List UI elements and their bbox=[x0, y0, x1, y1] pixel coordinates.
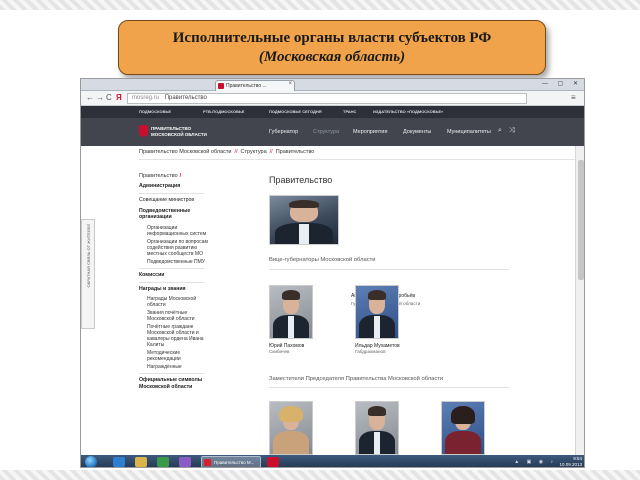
deputy-photo[interactable] bbox=[355, 401, 399, 455]
page-scrollbar[interactable] bbox=[575, 146, 584, 455]
sidebar-heading: Правительство / bbox=[139, 173, 182, 179]
url-page-title: Правительство bbox=[164, 95, 207, 101]
vice-governor-photo[interactable] bbox=[355, 285, 399, 339]
sidebar: Правительство / Администрация Совещание м… bbox=[139, 173, 214, 394]
sidebar-divider bbox=[139, 373, 204, 375]
deputy-photo[interactable] bbox=[441, 401, 485, 455]
deputies-title: Заместители Председателя Правительства М… bbox=[269, 376, 444, 382]
back-arrow-icon[interactable]: ← bbox=[86, 93, 94, 102]
section-divider bbox=[269, 269, 509, 270]
browser-tab[interactable]: Правительство ... × bbox=[215, 80, 295, 91]
sidebar-divider bbox=[139, 267, 204, 269]
sidebar-item-organizations[interactable]: Подведомственные организации bbox=[139, 208, 214, 221]
slide-title: Исполнительные органы власти субъектов Р… bbox=[172, 30, 492, 46]
feedback-side-tab[interactable]: ОБРАТНАЯ СВЯЗЬ ОТ ЖИТЕЛЕЙ bbox=[81, 219, 95, 329]
sidebar-subitem[interactable]: Подведомственные ПМУ bbox=[139, 259, 214, 265]
topnav-item[interactable]: РТВ-ПОДМОСКОВЬЕ bbox=[203, 109, 244, 114]
sidebar-subitem[interactable]: Методические рекомендации bbox=[139, 350, 214, 362]
yandex-icon[interactable]: Я bbox=[116, 93, 122, 102]
section-divider bbox=[269, 387, 509, 388]
topnav-item[interactable]: ПОДМОСКОВЬЕ СЕГОДНЯ bbox=[269, 109, 322, 114]
yandex-browser-icon bbox=[204, 459, 211, 466]
sidebar-item-commissions[interactable]: Комиссии bbox=[139, 272, 214, 278]
vice-governor-role: Габдрахманов bbox=[355, 349, 386, 354]
slide-subtitle: (Московская область) bbox=[258, 49, 406, 65]
start-button-icon[interactable] bbox=[85, 456, 97, 467]
windows-taskbar: Правительство М... ▲ ▣ ◉ ♪ 9:54 10.09.20… bbox=[81, 455, 584, 467]
breadcrumb-divider bbox=[139, 159, 575, 160]
feedback-side-tab-label: ОБРАТНАЯ СВЯЗЬ ОТ ЖИТЕЛЕЙ bbox=[86, 224, 91, 288]
media-player-icon[interactable] bbox=[157, 457, 169, 467]
sidebar-divider bbox=[139, 193, 204, 195]
sidebar-item-symbols[interactable]: Официальные символы Московской области bbox=[139, 377, 214, 390]
topnav-item[interactable]: ИЗДАТЕЛЬСТВО «ПОДМОСКОВЬЕ» bbox=[373, 109, 443, 114]
menu-item-documents[interactable]: Документы bbox=[403, 129, 431, 135]
file-explorer-icon[interactable] bbox=[135, 457, 147, 467]
slide-title-box: Исполнительные органы власти субъектов Р… bbox=[118, 20, 546, 75]
window-controls[interactable]: — ▢ ✕ bbox=[542, 80, 582, 87]
url-domain: mosreg.ru bbox=[132, 95, 160, 101]
refresh-icon[interactable]: C bbox=[106, 93, 112, 102]
site-favicon-icon bbox=[218, 83, 224, 89]
sidebar-item-administration[interactable]: Администрация bbox=[139, 183, 214, 189]
breadcrumb-separator: // bbox=[269, 149, 273, 155]
browser-tab-title: Правительство ... bbox=[226, 83, 267, 89]
app-icon[interactable] bbox=[267, 457, 279, 467]
search-icon[interactable]: ⌕ bbox=[498, 127, 502, 135]
forward-arrow-icon[interactable]: → bbox=[96, 93, 104, 102]
address-bar-row: ← → C Я mosreg.ru Правительство ≡ bbox=[81, 91, 584, 106]
menu-item-events[interactable]: Мероприятия bbox=[353, 129, 387, 135]
deputy-photo[interactable] bbox=[269, 401, 313, 455]
sidebar-subitem[interactable]: Почётные граждане Московской области и к… bbox=[139, 324, 214, 348]
coat-of-arms-icon[interactable] bbox=[139, 125, 148, 137]
breadcrumb-item: Правительство bbox=[275, 149, 315, 155]
breadcrumb-separator: // bbox=[234, 149, 238, 155]
vice-governor-role: Скибичев bbox=[269, 349, 290, 354]
sidebar-subitem[interactable]: Организации по вопросам содействия разви… bbox=[139, 239, 214, 257]
browser-screenshot: Правительство ... × — ▢ ✕ ← → C Я mosreg… bbox=[80, 78, 585, 468]
menu-item-structure[interactable]: Структура bbox=[313, 129, 339, 135]
taskbar-browser-task[interactable]: Правительство М... bbox=[201, 456, 261, 467]
sidebar-subitem[interactable]: Организации информационных систем bbox=[139, 225, 214, 237]
browser-tab-bar: Правительство ... × — ▢ ✕ bbox=[81, 79, 584, 91]
taskbar-task-label: Правительство М... bbox=[214, 460, 255, 465]
slide-border-bottom bbox=[0, 470, 640, 480]
slide-border-top bbox=[0, 0, 640, 10]
top-portal-nav: ПОДМОСКОВЬЕ РТВ-ПОДМОСКОВЬЕ ПОДМОСКОВЬЕ … bbox=[81, 106, 584, 118]
site-header: ПРАВИТЕЛЬСТВО МОСКОВСКОЙ ОБЛАСТИ Губерна… bbox=[81, 118, 584, 146]
taskbar-clock[interactable]: 9:54 10.09.2013 bbox=[559, 456, 582, 467]
browser-menu-icon[interactable]: ≡ bbox=[571, 93, 576, 102]
sidebar-item-ministers[interactable]: Совещание министров bbox=[139, 197, 214, 203]
sidebar-subitem[interactable]: Награды Московской области bbox=[139, 296, 214, 308]
scrollbar-thumb[interactable] bbox=[578, 160, 584, 280]
share-icon[interactable]: ⤨ bbox=[509, 127, 515, 135]
sidebar-subitem[interactable]: Звания почётные Московской области bbox=[139, 310, 214, 322]
site-logo-text[interactable]: ПРАВИТЕЛЬСТВО МОСКОВСКОЙ ОБЛАСТИ bbox=[151, 126, 207, 138]
topnav-item[interactable]: ПОДМОСКОВЬЕ bbox=[139, 109, 171, 114]
internet-explorer-icon[interactable] bbox=[113, 457, 125, 467]
breadcrumb-item[interactable]: Структура bbox=[241, 149, 267, 155]
breadcrumb: Правительство Московской области//Структ… bbox=[139, 149, 314, 155]
breadcrumb-item[interactable]: Правительство Московской области bbox=[139, 149, 231, 155]
vice-governor-photo[interactable] bbox=[269, 285, 313, 339]
clock-date: 10.09.2013 bbox=[559, 462, 582, 467]
tab-close-icon[interactable]: × bbox=[288, 81, 292, 87]
topnav-item[interactable]: ТРАНС bbox=[343, 109, 356, 114]
governor-photo[interactable] bbox=[269, 195, 339, 245]
sidebar-subitem[interactable]: Награждённые bbox=[139, 364, 214, 370]
url-input[interactable]: mosreg.ru Правительство bbox=[127, 93, 527, 104]
sidebar-item-awards[interactable]: Награды и звания bbox=[139, 286, 214, 292]
sidebar-divider bbox=[139, 282, 204, 284]
system-tray-icons[interactable]: ▲ ▣ ◉ ♪ bbox=[514, 459, 556, 465]
menu-item-municipalities[interactable]: Муниципалитеты bbox=[447, 129, 491, 135]
app-icon[interactable] bbox=[179, 457, 191, 467]
page-title: Правительство bbox=[269, 175, 333, 185]
menu-item-governor[interactable]: Губернатор bbox=[269, 129, 298, 135]
vice-governors-title: Вице-губернаторы Московской области bbox=[269, 257, 376, 263]
